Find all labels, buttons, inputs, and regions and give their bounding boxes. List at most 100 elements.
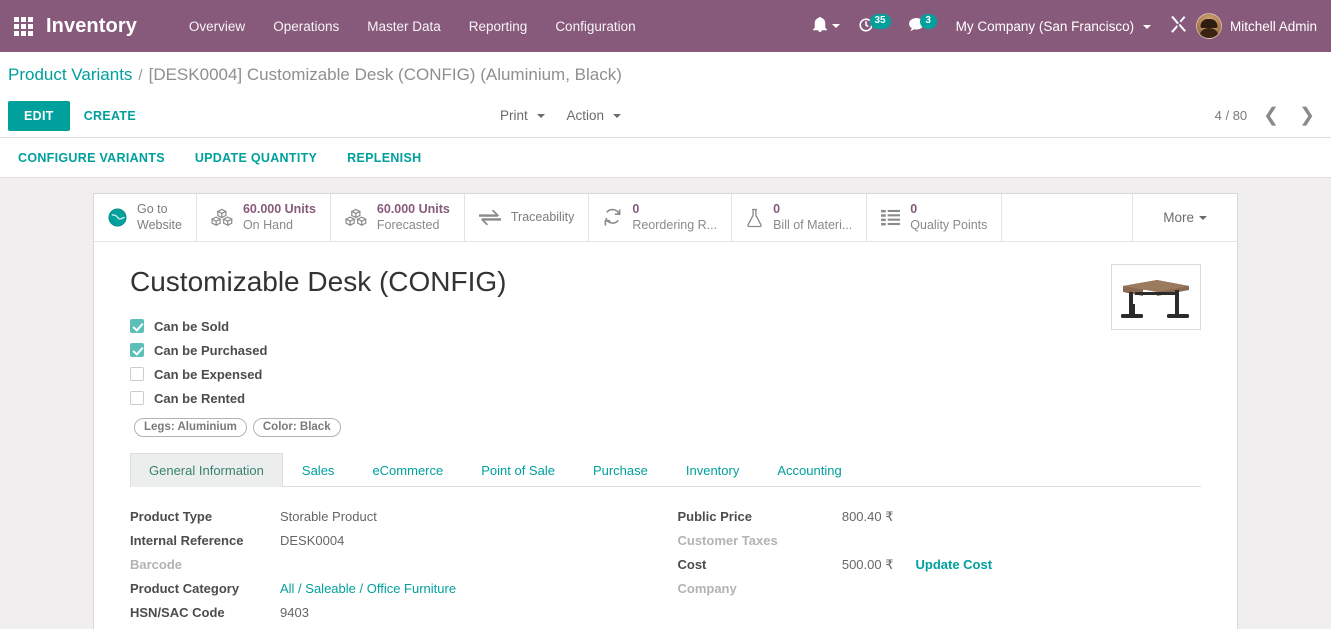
- field-value[interactable]: All / Saleable / Office Furniture: [280, 581, 456, 596]
- checkbox-row-can-be-rented: Can be Rented: [130, 386, 1201, 410]
- stat-value: 0: [632, 202, 640, 217]
- flask-icon: [746, 208, 763, 228]
- stat-text: 60.000 Units On Hand: [243, 202, 316, 233]
- stat-text: 60.000 Units Forecasted: [377, 202, 450, 233]
- wrench-tools-icon: [1170, 16, 1187, 36]
- stat-button-go-to-website[interactable]: Go to Website: [94, 194, 197, 241]
- print-dropdown[interactable]: Print: [500, 108, 545, 123]
- breadcrumb-parent-link[interactable]: Product Variants: [8, 65, 132, 85]
- navbar-right-group: 35 3 My Company (San Francisco) Mitchell…: [804, 10, 1317, 42]
- variant-tags: Legs: Aluminium Color: Black: [134, 418, 1201, 438]
- stat-value: 0: [910, 202, 918, 217]
- can-be-purchased-label: Can be Purchased: [154, 342, 268, 358]
- page-title: Customizable Desk (CONFIG): [130, 266, 507, 297]
- general-information-fields: Product Type Storable Product Internal R…: [130, 487, 1201, 629]
- field-company: Company: [678, 581, 1202, 605]
- field-product-category: Product Category All / Saleable / Office…: [130, 581, 666, 605]
- stat-button-reordering-rules[interactable]: 0 Reordering R...: [589, 194, 733, 241]
- fields-left-column: Product Type Storable Product Internal R…: [130, 509, 666, 629]
- menu-item-reporting[interactable]: Reporting: [455, 11, 542, 42]
- user-menu[interactable]: Mitchell Admin: [1230, 19, 1317, 34]
- can-be-sold-checkbox[interactable]: [130, 319, 144, 334]
- stat-text: Go to Website: [137, 202, 182, 233]
- field-value[interactable]: 800.40 ₹: [828, 509, 894, 525]
- update-cost-button[interactable]: Update Cost: [916, 557, 993, 572]
- main-menu: Overview Operations Master Data Reportin…: [175, 11, 650, 42]
- replenish-button[interactable]: REPLENISH: [343, 145, 425, 171]
- field-label: Barcode: [130, 557, 183, 573]
- breadcrumb: Product Variants / [DESK0004] Customizab…: [0, 52, 1331, 94]
- field-value[interactable]: 500.00 ₹: [828, 557, 894, 573]
- chevron-down-icon: [536, 114, 545, 119]
- apps-menu-button[interactable]: [0, 0, 46, 52]
- create-button[interactable]: CREATE: [70, 101, 150, 131]
- menu-item-operations[interactable]: Operations: [259, 11, 353, 42]
- messages-button[interactable]: 3: [900, 12, 946, 41]
- field-value[interactable]: Storable Product: [280, 509, 377, 524]
- tab-general-information[interactable]: General Information: [130, 453, 283, 488]
- menu-item-overview[interactable]: Overview: [175, 11, 259, 42]
- notifications-button[interactable]: [804, 11, 849, 41]
- field-cost: Cost 500.00 ₹ Update Cost: [678, 557, 1202, 581]
- pager-next-button[interactable]: ❯: [1295, 106, 1319, 125]
- can-be-expensed-checkbox[interactable]: [130, 367, 144, 382]
- fields-right-column: Public Price 800.40 ₹ Customer Taxes Cos…: [666, 509, 1202, 629]
- stat-button-traceability[interactable]: Traceability: [464, 194, 590, 241]
- stat-button-bill-of-materials[interactable]: 0 Bill of Materi...: [732, 194, 868, 241]
- apps-grid-icon: [13, 16, 33, 36]
- developer-tools-button[interactable]: [1161, 10, 1196, 42]
- stat-line2: On Hand: [242, 217, 293, 232]
- boxes-icon: [344, 208, 367, 227]
- can-be-rented-checkbox[interactable]: [130, 391, 144, 406]
- tab-ecommerce[interactable]: eCommerce: [353, 453, 462, 487]
- chevron-down-icon: [1199, 215, 1207, 220]
- globe-icon: [108, 208, 127, 227]
- product-image[interactable]: [1111, 264, 1201, 330]
- field-label: Public Price: [677, 509, 752, 525]
- tab-sales[interactable]: Sales: [283, 453, 354, 487]
- stat-line2: Traceability: [510, 209, 575, 224]
- menu-item-master-data[interactable]: Master Data: [353, 11, 455, 42]
- configure-variants-button[interactable]: CONFIGURE VARIANTS: [14, 145, 169, 171]
- list-icon: [881, 209, 901, 226]
- tab-accounting[interactable]: Accounting: [758, 453, 860, 487]
- company-switcher[interactable]: My Company (San Francisco): [946, 11, 1161, 42]
- field-value[interactable]: 9403: [280, 605, 309, 620]
- field-label: Product Category: [130, 581, 240, 597]
- variant-tag-legs[interactable]: Legs: Aluminium: [134, 418, 247, 438]
- tab-inventory[interactable]: Inventory: [667, 453, 758, 487]
- edit-button[interactable]: EDIT: [8, 100, 70, 131]
- form-body: Customizable Desk (CONFIG) Can be Sold C…: [94, 242, 1237, 629]
- refresh-icon: [603, 208, 622, 227]
- breadcrumb-separator: /: [138, 67, 143, 84]
- stat-button-quality-points[interactable]: 0 Quality Points: [867, 194, 1003, 241]
- activities-button[interactable]: 35: [849, 11, 900, 42]
- action-label: Action: [566, 108, 605, 123]
- field-label: Product Type: [130, 509, 213, 525]
- field-hsn-sac-code: HSN/SAC Code 9403: [130, 605, 666, 629]
- product-flags-list: Can be Sold Can be Purchased Can be Expe…: [130, 314, 1201, 410]
- action-dropdown[interactable]: Action: [567, 108, 621, 123]
- pager-previous-button[interactable]: ❮: [1259, 106, 1283, 125]
- can-be-sold-label: Can be Sold: [154, 318, 230, 334]
- tab-purchase[interactable]: Purchase: [574, 453, 667, 487]
- field-label: Internal Reference: [130, 533, 244, 549]
- stat-value: 60.000 Units: [242, 202, 316, 217]
- field-label: Customer Taxes: [677, 533, 778, 549]
- tab-point-of-sale[interactable]: Point of Sale: [462, 453, 574, 487]
- stat-button-on-hand[interactable]: 60.000 Units On Hand: [196, 194, 331, 241]
- stat-line2: Forecasted: [376, 217, 440, 232]
- stat-value: 0: [773, 202, 781, 217]
- avatar[interactable]: [1195, 13, 1222, 39]
- field-customer-taxes: Customer Taxes: [678, 533, 1202, 557]
- app-brand-inventory[interactable]: Inventory: [46, 15, 137, 38]
- stat-more-dropdown[interactable]: More: [1132, 194, 1237, 241]
- form-sheet: Go to Website 60.000 Units On Hand 60.00…: [93, 193, 1238, 629]
- variant-tag-color[interactable]: Color: Black: [252, 418, 341, 438]
- update-quantity-button[interactable]: UPDATE QUANTITY: [191, 145, 321, 171]
- field-value[interactable]: DESK0004: [280, 533, 344, 548]
- menu-item-configuration[interactable]: Configuration: [541, 11, 649, 42]
- can-be-purchased-checkbox[interactable]: [130, 343, 144, 358]
- stat-text: 0 Reordering R...: [632, 202, 717, 233]
- stat-button-forecasted[interactable]: 60.000 Units Forecasted: [330, 194, 465, 241]
